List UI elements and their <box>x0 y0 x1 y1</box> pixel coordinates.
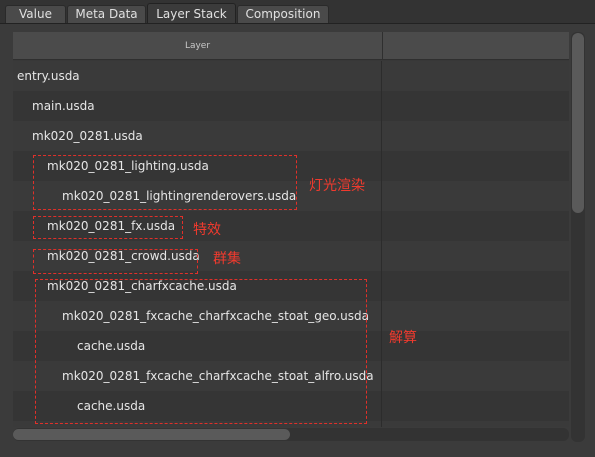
column-header-empty[interactable] <box>383 32 569 60</box>
layer-cell: main.usda <box>13 91 382 121</box>
annotation-box-simulation <box>35 279 367 424</box>
layer-name: entry.usda <box>17 69 80 83</box>
horizontal-scrollbar[interactable] <box>13 428 569 441</box>
annotation-box-fx <box>33 216 183 239</box>
vertical-scroll-thumb[interactable] <box>572 33 584 213</box>
annotation-label-lighting: 灯光渲染 <box>309 178 365 194</box>
layer-cell: entry.usda <box>13 61 382 91</box>
layer-name: main.usda <box>32 99 95 113</box>
column-header-layer[interactable]: Layer <box>13 32 382 60</box>
tab-meta-data[interactable]: Meta Data <box>67 5 146 24</box>
tab-layer-stack[interactable]: Layer Stack <box>147 3 236 24</box>
tree-header: Layer <box>13 32 569 60</box>
table-row[interactable]: main.usda <box>13 91 569 121</box>
tab-composition[interactable]: Composition <box>237 5 329 24</box>
annotation-label-fx: 特效 <box>193 222 221 238</box>
annotation-box-lighting <box>33 155 297 210</box>
layer-name: mk020_0281.usda <box>32 129 143 143</box>
table-row[interactable]: mk020_0281.usda <box>13 121 569 151</box>
tab-divider <box>0 23 595 24</box>
tab-value[interactable]: Value <box>5 5 66 24</box>
annotation-label-simulation: 解算 <box>389 330 417 346</box>
horizontal-scroll-thumb[interactable] <box>13 429 290 440</box>
layer-cell: mk020_0281.usda <box>13 121 382 151</box>
annotation-label-crowd: 群集 <box>213 251 241 267</box>
table-row[interactable]: entry.usda <box>13 61 569 91</box>
vertical-scrollbar[interactable] <box>571 32 585 442</box>
annotation-box-crowd <box>33 249 198 274</box>
tab-bar: Value Meta Data Layer Stack Composition <box>0 0 595 24</box>
